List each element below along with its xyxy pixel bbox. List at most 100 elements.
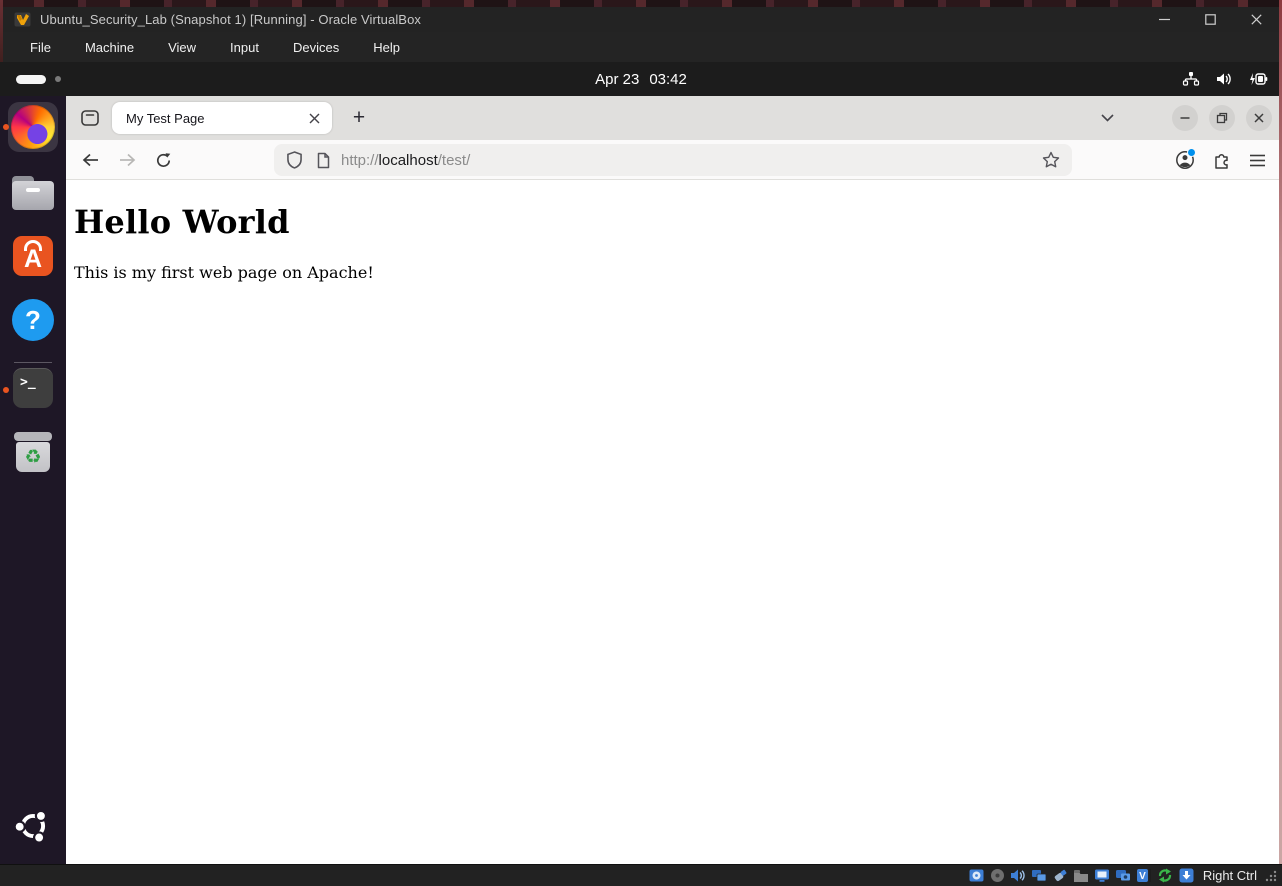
firefox-window: My Test Page + [66, 96, 1282, 864]
svg-text:V: V [1139, 871, 1146, 882]
clock-date: Apr 23 [595, 71, 639, 88]
folder-body [12, 181, 54, 210]
keyboard-capture-icon[interactable] [1178, 868, 1195, 884]
audio-icon[interactable] [1010, 868, 1027, 884]
browser-restore-button[interactable] [1209, 105, 1235, 131]
workspace-indicator[interactable] [16, 75, 61, 84]
url-text[interactable]: http://localhost/test/ [341, 152, 1042, 169]
virtualization-features-icon[interactable]: V [1136, 868, 1153, 884]
menu-button[interactable] [1243, 146, 1271, 174]
page-paragraph: This is my first web page on Apache! [74, 263, 1274, 282]
ubuntu-software-icon: A [13, 236, 53, 276]
menu-machine[interactable]: Machine [68, 34, 151, 61]
dock-item-trash[interactable]: ♻ [0, 432, 66, 472]
reload-icon [155, 152, 172, 169]
browser-minimize-button[interactable] [1172, 105, 1198, 131]
page-heading: Hello World [74, 203, 1274, 241]
reload-button[interactable] [149, 146, 177, 174]
trash-body: ♻ [16, 442, 50, 472]
mouse-integration-icon[interactable] [1157, 868, 1174, 884]
close-icon [1253, 112, 1265, 124]
restore-icon [1216, 112, 1228, 124]
minimize-icon [1159, 14, 1170, 25]
dock-item-terminal[interactable]: >_ [0, 368, 66, 408]
hard-disks-icon[interactable] [968, 868, 985, 884]
firefox-view-button[interactable] [78, 106, 102, 130]
virtualbox-titlebar: Ubuntu_Security_Lab (Snapshot 1) [Runnin… [3, 7, 1279, 32]
help-icon: ? [12, 299, 54, 341]
menu-file[interactable]: File [13, 34, 68, 61]
folder-dash [26, 188, 40, 192]
plus-icon: + [353, 106, 365, 130]
tab-close-icon [309, 113, 320, 124]
virtualbox-logo-icon [14, 12, 31, 27]
shared-folders-icon[interactable] [1073, 868, 1090, 884]
inactive-workspace-dot[interactable] [55, 76, 61, 82]
bookmark-star-icon[interactable] [1042, 151, 1060, 169]
panel-clock[interactable]: Apr 23 03:42 [595, 71, 687, 88]
system-tray[interactable] [1182, 71, 1268, 87]
url-bar[interactable]: http://localhost/test/ [274, 144, 1072, 176]
minimize-icon [1179, 112, 1191, 124]
browser-close-button[interactable] [1246, 105, 1272, 131]
resize-grip[interactable] [1265, 869, 1277, 883]
background-window-sliver [0, 0, 1282, 7]
url-host: localhost [379, 152, 438, 169]
ubuntu-logo-icon[interactable] [15, 808, 51, 844]
terminal-icon: >_ [13, 368, 53, 408]
network-adapters-icon[interactable] [1031, 868, 1048, 884]
dock-item-ubuntu-software[interactable]: A [0, 236, 66, 276]
optical-drives-icon[interactable] [989, 868, 1006, 884]
network-tree-icon [1182, 71, 1200, 87]
dock-item-firefox[interactable] [0, 105, 66, 149]
page-icon[interactable] [316, 152, 331, 169]
active-workspace-pill[interactable] [16, 75, 46, 84]
tab-bar: My Test Page + [66, 96, 1282, 140]
extensions-button[interactable] [1207, 146, 1235, 174]
web-page-content: Hello World This is my first web page on… [66, 181, 1282, 864]
tab-my-test-page[interactable]: My Test Page [112, 102, 332, 134]
menu-devices[interactable]: Devices [276, 34, 356, 61]
firefox-view-icon [80, 108, 100, 128]
navigation-toolbar: http://localhost/test/ [66, 140, 1282, 180]
recording-icon[interactable] [1115, 868, 1132, 884]
usb-icon[interactable] [1052, 868, 1069, 884]
tab-title: My Test Page [126, 111, 303, 126]
volume-icon [1215, 71, 1233, 87]
new-tab-button[interactable]: + [345, 104, 373, 132]
dock-divider [14, 362, 52, 363]
clock-time: 03:42 [649, 71, 687, 88]
close-icon [1251, 14, 1262, 25]
menu-help[interactable]: Help [356, 34, 417, 61]
trash-lid [14, 432, 52, 441]
url-path: /test/ [438, 152, 471, 169]
back-button[interactable] [77, 146, 105, 174]
maximize-button[interactable] [1187, 7, 1233, 32]
account-button[interactable] [1171, 146, 1199, 174]
files-icon [12, 176, 54, 210]
menu-view[interactable]: View [151, 34, 213, 61]
gnome-top-panel: Apr 23 03:42 [0, 62, 1282, 96]
tab-close-button[interactable] [303, 107, 325, 129]
menu-input[interactable]: Input [213, 34, 276, 61]
display-icon[interactable] [1094, 868, 1111, 884]
dock-item-help[interactable]: ? [0, 299, 66, 341]
minimize-button[interactable] [1141, 7, 1187, 32]
list-all-tabs-button[interactable] [1094, 106, 1120, 130]
maximize-icon [1205, 14, 1216, 25]
forward-icon [118, 153, 136, 167]
question-glyph: ? [25, 305, 41, 336]
forward-button[interactable] [113, 146, 141, 174]
virtualbox-statusbar: V Right Ctrl [0, 864, 1282, 886]
virtualbox-menubar: File Machine View Input Devices Help [3, 32, 1279, 62]
dock-item-files[interactable] [0, 172, 66, 210]
chevron-down-icon [1101, 114, 1114, 122]
close-button[interactable] [1233, 7, 1279, 32]
window-title: Ubuntu_Security_Lab (Snapshot 1) [Runnin… [40, 12, 421, 27]
battery-charging-icon [1248, 71, 1268, 87]
firefox-icon [11, 105, 55, 149]
bag-handle [24, 240, 42, 251]
shield-icon[interactable] [286, 151, 303, 169]
extensions-puzzle-icon [1212, 151, 1231, 170]
back-icon [82, 153, 100, 167]
